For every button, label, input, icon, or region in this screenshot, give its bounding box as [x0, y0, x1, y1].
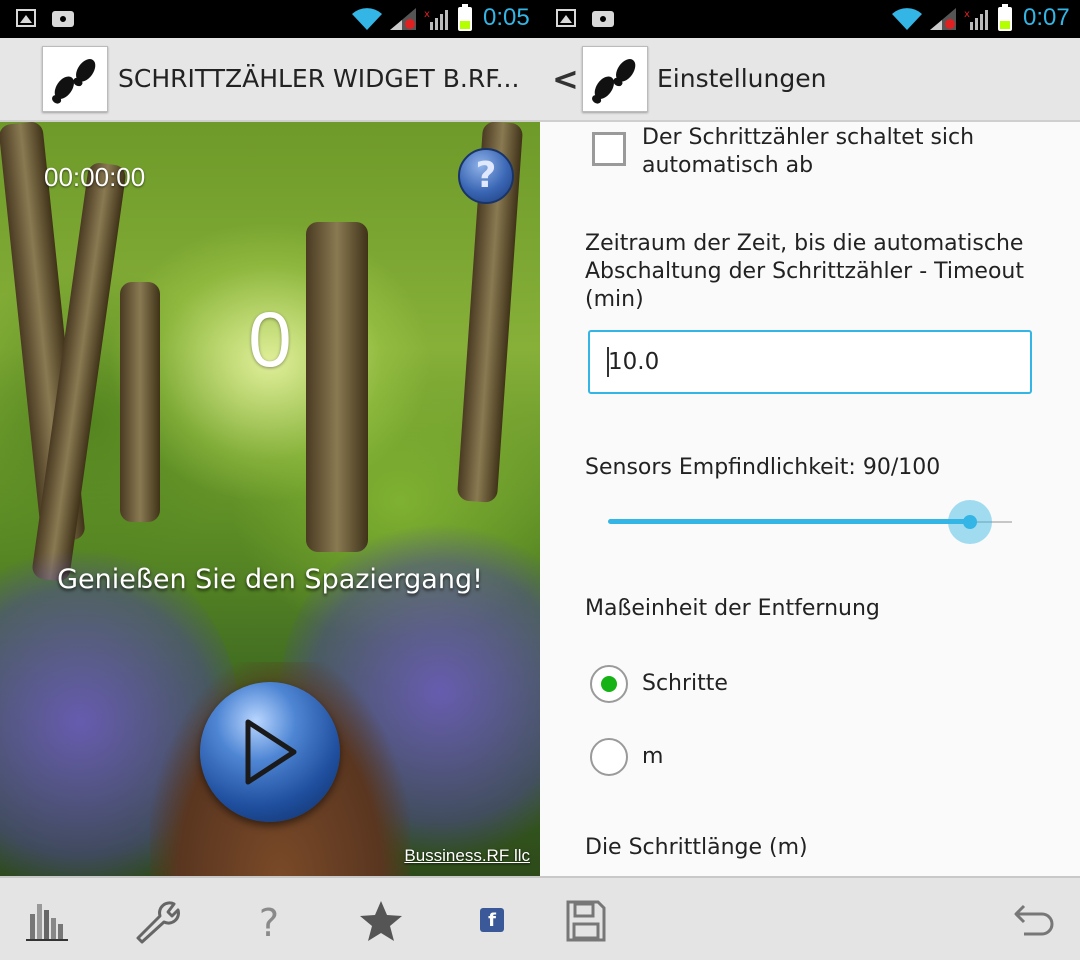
status-bar-right: x 0:07 — [540, 0, 1080, 38]
unit-radio-steps[interactable] — [590, 665, 628, 703]
signal-icon — [390, 8, 416, 30]
battery-icon — [998, 4, 1012, 31]
sensitivity-slider-track[interactable] — [608, 519, 970, 524]
undo-icon[interactable] — [1010, 896, 1060, 946]
step-counter: 0 — [248, 295, 292, 383]
image-notification-icon — [556, 9, 576, 27]
elapsed-timer: 00:00:00 — [44, 162, 146, 192]
distance-unit-label: Maßeinheit der Entfernung — [585, 596, 880, 621]
back-button[interactable]: < — [552, 60, 579, 98]
unit-radio-meters[interactable] — [590, 738, 628, 776]
wifi-icon — [352, 8, 382, 30]
auto-off-checkbox[interactable] — [592, 132, 626, 166]
help-icon[interactable]: ? — [244, 896, 294, 946]
status-clock: 0:05 — [483, 4, 530, 31]
timeout-value: 10.0 — [608, 349, 660, 375]
statistics-icon[interactable] — [22, 896, 72, 946]
action-bar-settings: < Einstellungen — [540, 38, 1080, 122]
bottom-toolbar-main: ? f — [0, 876, 540, 960]
auto-off-label: Der Schrittzähler schaltet sich automati… — [642, 125, 975, 178]
save-icon[interactable] — [560, 896, 610, 946]
play-icon — [245, 719, 297, 785]
timeout-label: Zeitraum der Zeit, bis die automatische … — [585, 231, 1024, 312]
footprints-icon — [592, 59, 636, 104]
motivation-text: Genießen Sie den Spaziergang! — [57, 564, 483, 595]
start-button[interactable] — [200, 682, 340, 822]
sensitivity-slider-thumb[interactable] — [948, 500, 992, 544]
wifi-icon — [892, 8, 922, 30]
settings-title: Einstellungen — [657, 64, 827, 93]
tree-trunk — [306, 222, 368, 552]
screenshot-notification-icon — [592, 11, 614, 27]
facebook-icon[interactable]: f — [480, 908, 504, 932]
wrench-icon[interactable] — [132, 896, 182, 946]
app-icon[interactable] — [42, 46, 108, 112]
action-bar-main: SCHRITTZÄHLER WIDGET B.RF... — [0, 38, 540, 122]
app-icon[interactable] — [582, 46, 648, 112]
status-bar-left: x 0:05 — [0, 0, 540, 38]
battery-icon — [458, 4, 472, 31]
developer-link[interactable]: Bussiness.RF llc — [404, 846, 530, 866]
star-icon[interactable] — [356, 896, 406, 946]
bottom-toolbar-settings — [540, 876, 1080, 960]
signal-icon — [930, 8, 956, 30]
unit-option-steps: Schritte — [642, 671, 728, 696]
help-button[interactable]: ? — [458, 148, 514, 204]
step-length-label: Die Schrittlänge (m) — [585, 835, 808, 860]
status-clock: 0:07 — [1023, 4, 1070, 31]
svg-text:x: x — [964, 9, 970, 20]
pedometer-main-panel: 00:00:00 ? 0 Genießen Sie den Spaziergan… — [0, 122, 540, 876]
screenshot-notification-icon — [52, 11, 74, 27]
timeout-input[interactable]: 10.0 — [588, 330, 1032, 394]
footprints-icon — [52, 59, 96, 104]
app-title: SCHRITTZÄHLER WIDGET B.RF... — [118, 64, 520, 93]
svg-text:x: x — [424, 9, 430, 20]
svg-text:?: ? — [259, 901, 279, 945]
sensitivity-label: Sensors Empfindlichkeit: 90/100 — [585, 455, 941, 480]
signal-2-icon: x — [424, 9, 448, 30]
settings-panel: Der Schrittzähler schaltet sich automati… — [540, 122, 1080, 876]
signal-2-icon: x — [964, 9, 988, 30]
unit-option-meters: m — [642, 744, 664, 769]
image-notification-icon — [16, 9, 36, 27]
